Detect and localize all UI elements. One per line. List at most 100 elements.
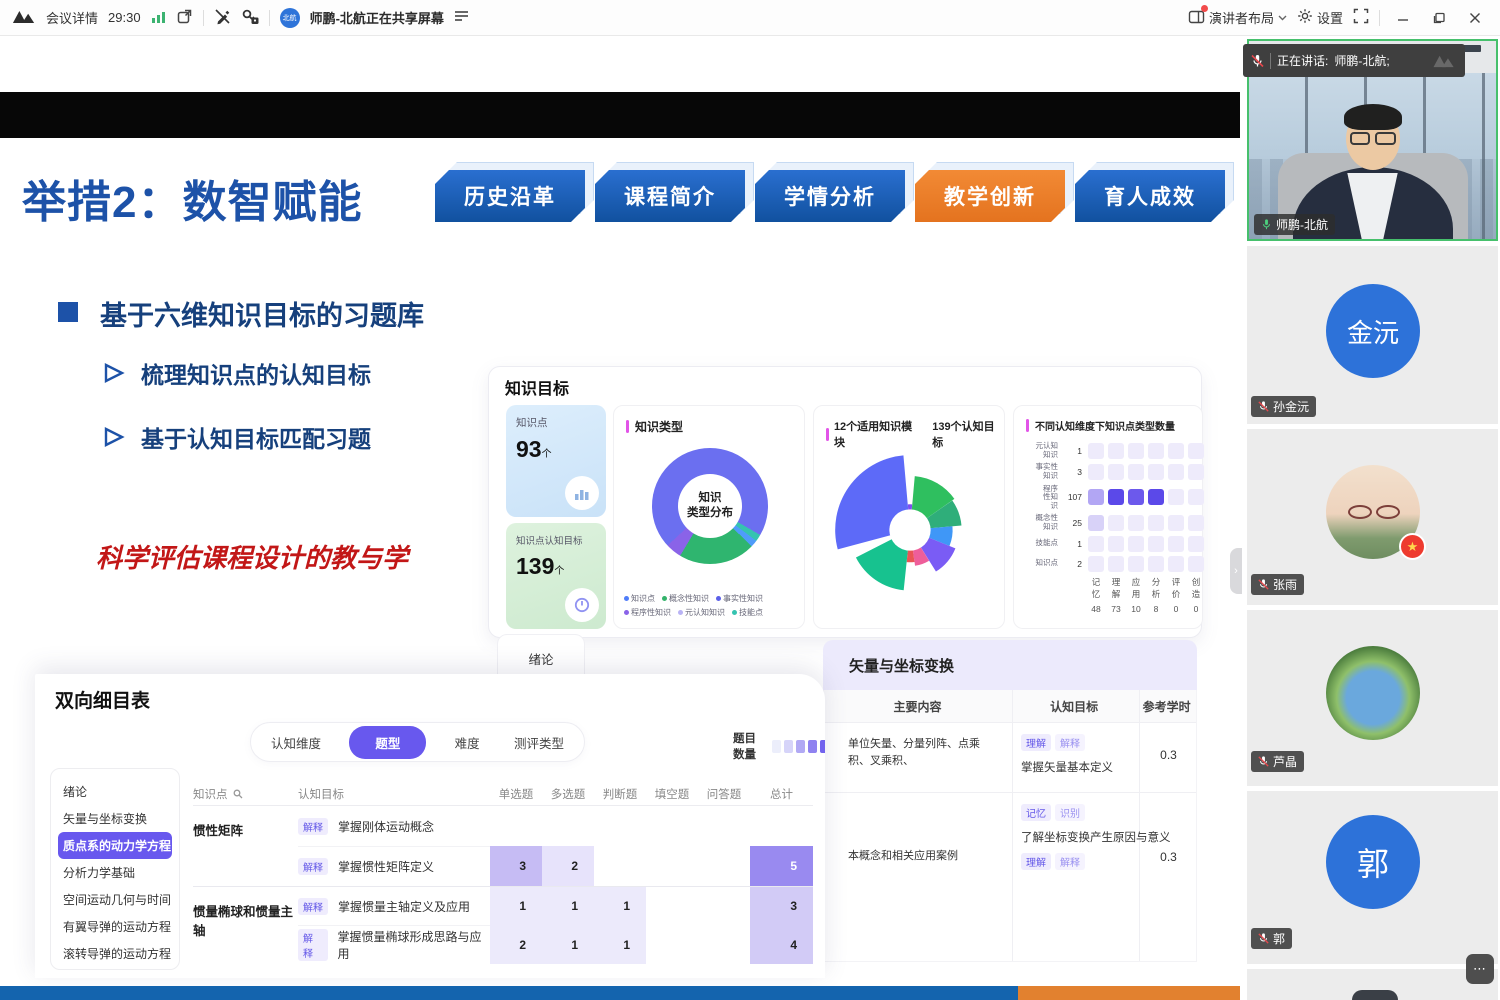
mic-muted-icon <box>1258 400 1269 413</box>
network-signal-icon <box>151 10 166 26</box>
stat-card-knowledge-points: 知识点 93个 <box>506 405 606 517</box>
cell-value: 1 <box>542 925 594 964</box>
chart-card-title-left: 12个适用知识模块 <box>834 418 921 450</box>
settings-button[interactable]: 设置 <box>1297 8 1343 27</box>
panel-expand-handle[interactable]: › <box>1230 548 1242 594</box>
cell-value: 1 <box>490 886 542 925</box>
heatmap-cell <box>1108 536 1124 552</box>
heatmap-cell <box>1128 464 1144 480</box>
tab-question-type[interactable]: 题型 <box>349 726 426 759</box>
heatmap-col-label: 理解 <box>1108 576 1124 600</box>
key-lock-icon[interactable] <box>241 8 259 28</box>
sidebar-item-vector[interactable]: 矢量与坐标变换 <box>58 805 172 832</box>
nav-button-teaching-innovation[interactable]: 教学创新 <box>915 170 1065 222</box>
heatmap-cell <box>1088 556 1104 572</box>
search-icon[interactable] <box>233 789 243 799</box>
minimize-button[interactable] <box>1390 6 1416 30</box>
sidebar-item-analytical-mechanics[interactable]: 分析力学基础 <box>58 859 172 886</box>
sidebar-item-intro[interactable]: 绪论 <box>58 778 172 805</box>
cell-value <box>646 806 698 846</box>
legend-swatch <box>784 740 793 753</box>
sidebar-item-particle-dynamics[interactable]: 质点系的动力学方程 <box>58 832 172 859</box>
card-accent-bar <box>626 420 629 433</box>
nav-button-label: 课程简介 <box>595 170 745 222</box>
nav-button-history[interactable]: 历史沿革 <box>435 170 585 222</box>
outline-row2-hours: 0.3 <box>1139 850 1197 864</box>
cognition-badge: 识别 <box>1055 804 1085 821</box>
chart-card-title: 知识类型 <box>635 418 683 435</box>
donut-center-line2: 类型分布 <box>687 506 733 521</box>
heatmap-cell <box>1188 464 1204 480</box>
stat-label: 知识点认知目标 <box>516 533 596 547</box>
col-header-objective: 认知目标 <box>298 782 490 806</box>
stat-label: 知识点 <box>516 415 596 430</box>
nav-button-course-intro[interactable]: 课程简介 <box>595 170 745 222</box>
cell-value <box>698 886 750 925</box>
heatmap-cell <box>1088 443 1104 459</box>
participant-name-tag: 孙金沅 <box>1251 396 1316 417</box>
outline-row1-objective: 理解解释 掌握矢量基本定义 <box>1021 734 1113 775</box>
open-external-icon[interactable] <box>176 8 193 28</box>
arrow-bullet-icon <box>103 362 125 384</box>
module-rose-chart <box>830 450 990 610</box>
annotation-pen-off-icon[interactable] <box>214 8 231 28</box>
heatmap-row-label: 技能点 <box>1022 539 1058 548</box>
avatar-initials: 郭 <box>1326 815 1420 909</box>
heatmap-grid: 元认知 知识 1 事实性 知识 3 程序 性知 识 107 概念性 知识 25 … <box>1022 442 1204 614</box>
heatmap-row-count: 107 <box>1062 492 1084 502</box>
stat-unit: 个 <box>554 566 564 577</box>
cell-value: 1 <box>542 886 594 925</box>
sidebar-item-rolling-missile[interactable]: 滚转导弹的运动方程 <box>58 940 172 967</box>
objective-text: 掌握刚体运动概念 <box>338 818 434 835</box>
nav-button-education-outcome[interactable]: 育人成效 <box>1075 170 1225 222</box>
nav-button-learning-analysis[interactable]: 学情分析 <box>755 170 905 222</box>
slide-title: 举措2：数智赋能 <box>22 166 362 230</box>
cell-value <box>490 806 542 846</box>
cell-value <box>594 846 646 886</box>
cognition-badge: 解释 <box>298 929 328 961</box>
meeting-logo-watermark-icon <box>1431 54 1457 68</box>
heatmap-cell <box>1128 536 1144 552</box>
close-button[interactable] <box>1462 6 1488 30</box>
chapter-sidebar: 绪论 矢量与坐标变换 质点系的动力学方程 分析力学基础 空间运动几何与时间 有翼… <box>50 768 180 970</box>
col-header-cognitive-objective: 认知目标 <box>1011 690 1137 722</box>
table-divider <box>1012 690 1013 961</box>
more-options-button[interactable]: ⋯ <box>1466 954 1494 984</box>
participant-name: 张雨 <box>1273 576 1297 593</box>
speaking-banner-speaker: 师鹏-北航; <box>1334 52 1389 69</box>
col-header-label: 知识点 <box>193 786 228 802</box>
tab-assessment-type[interactable]: 测评类型 <box>508 729 570 756</box>
maximize-button[interactable] <box>1426 6 1452 30</box>
tab-cognitive-dimension[interactable]: 认知维度 <box>265 729 327 756</box>
tab-difficulty[interactable]: 难度 <box>449 729 486 756</box>
mic-muted-icon <box>1251 54 1264 68</box>
sidebar-item-space-motion[interactable]: 空间运动几何与时间 <box>58 886 172 913</box>
heatmap-col-count: 0 <box>1168 604 1184 614</box>
heatmap-cell <box>1108 556 1124 572</box>
col-header-main-content: 主要内容 <box>824 690 1011 722</box>
objective-text: 掌握惯性矩阵定义 <box>338 858 434 875</box>
fullscreen-button[interactable] <box>1353 8 1369 27</box>
slide-top-black-band <box>0 92 1240 138</box>
table-divider <box>824 792 1196 793</box>
table-row-objective: 解释 掌握惯量主轴定义及应用 <box>298 886 490 925</box>
group-label-inertia-matrix: 惯性矩阵 <box>193 806 298 886</box>
toolbar-divider <box>203 10 204 26</box>
cell-value <box>594 806 646 846</box>
sidebar-item-winged-missile[interactable]: 有翼导弹的运动方程 <box>58 913 172 940</box>
layout-button[interactable]: 演讲者布局 <box>1188 8 1287 27</box>
heatmap-cell <box>1168 489 1184 505</box>
sharing-status-text: 师鹏-北航正在共享屏幕 <box>310 8 444 27</box>
stat-unit: 个 <box>542 449 552 460</box>
heatmap-col-label: 记忆 <box>1088 576 1104 600</box>
slide-bullet-1: 梳理知识点的认知目标 <box>141 356 371 390</box>
slide-bottom-bar-blue <box>0 986 1018 1000</box>
heatmap-cell <box>1168 536 1184 552</box>
meeting-details-button[interactable]: 会议详情 <box>46 8 98 27</box>
cell-value <box>646 886 698 925</box>
chart-card-title-right: 139个认知目标 <box>932 418 1004 450</box>
share-details-list-icon[interactable] <box>454 10 469 25</box>
heatmap-col-count: 73 <box>1108 604 1124 614</box>
heatmap-col-label: 应用 <box>1128 576 1144 600</box>
participant-name: 郭 <box>1273 930 1285 947</box>
